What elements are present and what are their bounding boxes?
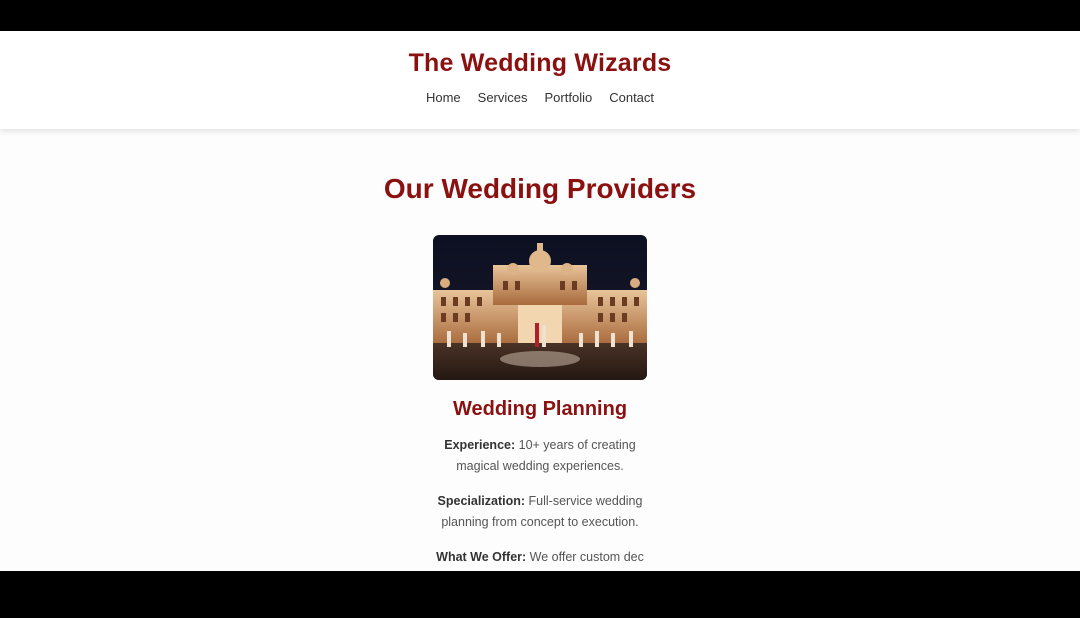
browser-viewport: The Wedding Wizards Home Services Portfo… (0, 31, 1080, 571)
experience-label: Experience: (444, 438, 516, 452)
main-content: Our Wedding Providers Wedding Planning E… (0, 129, 1080, 571)
experience-detail: Experience: 10+ years of creating magica… (430, 435, 650, 477)
offer-text: We offer custom dec (529, 550, 644, 564)
provider-card: Wedding Planning Experience: 10+ years o… (420, 235, 660, 568)
nav-link-portfolio[interactable]: Portfolio (545, 90, 593, 105)
site-title: The Wedding Wizards (408, 49, 672, 77)
offer-detail: What We Offer: We offer custom dec (430, 547, 650, 568)
nav-link-services[interactable]: Services (478, 90, 528, 105)
nav-link-contact[interactable]: Contact (609, 90, 654, 105)
site-header: The Wedding Wizards Home Services Portfo… (0, 31, 1080, 129)
nav-link-home[interactable]: Home (426, 90, 461, 105)
specialization-detail: Specialization: Full-service wedding pla… (430, 491, 650, 533)
main-nav: Home Services Portfolio Contact (0, 90, 1080, 105)
specialization-label: Specialization: (437, 494, 526, 508)
card-title: Wedding Planning (452, 398, 628, 420)
page-heading: Our Wedding Providers (383, 173, 697, 204)
venue-photo (433, 235, 647, 380)
offer-label: What We Offer: (436, 550, 527, 564)
